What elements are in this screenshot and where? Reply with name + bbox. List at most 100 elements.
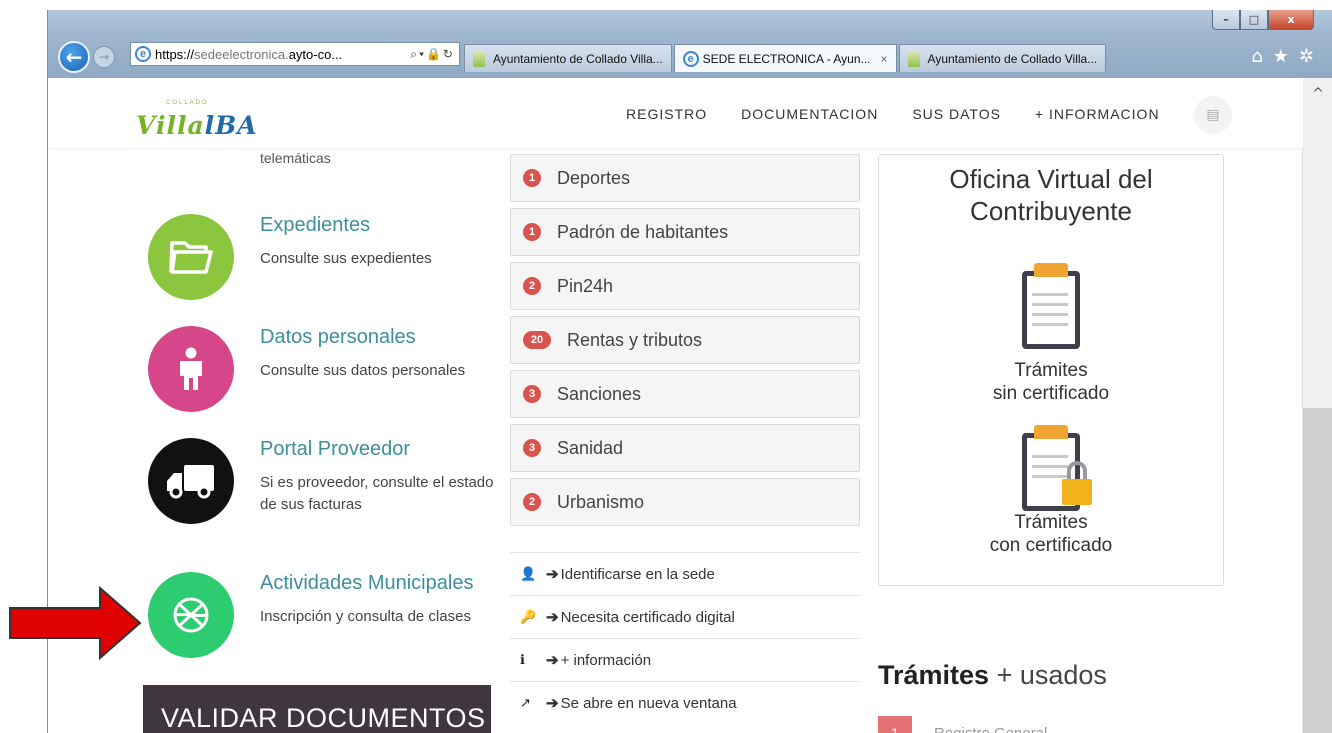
user-icon: 👤 <box>520 566 537 581</box>
external-link-icon: ↗ <box>520 695 531 710</box>
site-favicon-icon <box>473 50 485 67</box>
arrow-right-icon: ➔ <box>546 652 559 669</box>
browser-tab-2-active[interactable]: e SEDE ELECTRONICA - Ayun... × <box>673 44 897 72</box>
person-icon[interactable] <box>148 326 234 412</box>
category-item-pin24h[interactable]: 2 Pin24h <box>510 262 860 310</box>
tramites-rest: + usados <box>989 660 1107 690</box>
info-link-label: + información <box>560 651 652 669</box>
document-icon: ▤ <box>1206 107 1220 123</box>
info-link-certificado[interactable]: 🔑 ➔ Necesita certificado digital <box>510 595 860 638</box>
browser-window: – □ x ← → e https://sedeelectronica.ayto… <box>47 10 1332 733</box>
category-item-deportes[interactable]: 1 Deportes <box>510 154 860 202</box>
category-item-sanidad[interactable]: 3 Sanidad <box>510 424 860 472</box>
info-link-label: Identificarse en la sede <box>560 565 715 583</box>
folder-icon[interactable] <box>148 214 234 300</box>
service-title[interactable]: Datos personales <box>260 326 416 349</box>
logo-text-part-1: Villa <box>136 111 205 140</box>
tramites-usados-heading: Trámites + usados <box>878 660 1107 691</box>
category-item-urbanismo[interactable]: 2 Urbanismo <box>510 478 860 526</box>
category-label: Rentas y tributos <box>567 329 703 350</box>
clipboard-line <box>1032 455 1068 458</box>
service-expedientes[interactable]: Expedientes Consulte sus expedientes <box>148 214 528 314</box>
category-label: Deportes <box>557 167 631 188</box>
category-list: 1 Deportes 1 Padrón de habitantes 2 Pin2… <box>510 154 860 532</box>
browser-toolbar-icons: ⌂ ★ ✲ <box>1251 46 1314 67</box>
basketball-icon[interactable] <box>148 572 234 658</box>
forward-button[interactable]: → <box>93 46 115 68</box>
address-bar-icons[interactable]: ⌕▾🔒↻ <box>410 47 455 62</box>
nav-documentacion[interactable]: DOCUMENTACION <box>741 106 878 122</box>
count-badge: 1 <box>523 169 541 187</box>
document-icon-button[interactable]: ▤ <box>1194 96 1232 134</box>
arrow-right-icon: ➔ <box>546 609 559 626</box>
nav-mas-informacion[interactable]: + INFORMACION <box>1035 106 1160 122</box>
tramite-item-registro-general[interactable]: 1 Registro General <box>878 716 1047 733</box>
tramites-label-line-2: sin certificado <box>992 383 1110 404</box>
ie-page-icon: e <box>135 46 151 62</box>
tramites-label-line-1: Trámites <box>1014 512 1088 533</box>
nav-sus-datos[interactable]: SUS DATOS <box>912 106 1001 122</box>
info-links-list: 👤 ➔ Identificarse en la sede 🔑 ➔ Necesit… <box>510 552 860 724</box>
truck-icon-svg <box>167 465 214 499</box>
address-bar[interactable]: e https://sedeelectronica.ayto-co... ⌕▾🔒… <box>130 42 460 66</box>
info-link-informacion[interactable]: ℹ ➔ + información <box>510 638 860 681</box>
favorites-star-icon[interactable]: ★ <box>1273 46 1289 67</box>
tramites-label-line-2: con certificado <box>989 535 1113 556</box>
home-icon[interactable]: ⌂ <box>1251 46 1262 67</box>
maximize-button[interactable]: □ <box>1240 10 1268 30</box>
arrow-right-icon: ➔ <box>546 695 559 712</box>
scrollbar-thumb[interactable] <box>1303 408 1332 733</box>
tab-label: SEDE ELECTRONICA - Ayun... <box>702 51 871 66</box>
url-text[interactable]: https://sedeelectronica.ayto-co... <box>155 47 342 62</box>
url-subdomain: sedeelectronica. <box>194 46 289 62</box>
nav-registro[interactable]: REGISTRO <box>626 106 707 122</box>
back-button[interactable]: ← <box>58 41 90 73</box>
villalba-logo[interactable]: COLLADO Villa lBA <box>136 100 258 140</box>
oficina-title-line-2: Contribuyente <box>970 196 1132 226</box>
tab-label: Ayuntamiento de Collado Villa... <box>493 51 663 66</box>
tramite-rank: 1 <box>878 716 912 733</box>
browser-titlebar: – □ x ← → e https://sedeelectronica.ayto… <box>48 10 1332 78</box>
service-actividades-municipales[interactable]: Actividades Municipales Inscripción y co… <box>148 572 528 672</box>
clipboard-line <box>1032 303 1068 306</box>
category-label: Sanidad <box>557 437 624 458</box>
clipboard-board <box>1022 271 1080 349</box>
category-item-rentas[interactable]: 20 Rentas y tributos <box>510 316 860 364</box>
service-title[interactable]: Actividades Municipales <box>260 572 473 595</box>
category-item-sanciones[interactable]: 3 Sanciones <box>510 370 860 418</box>
service-title[interactable]: Portal Proveedor <box>260 438 410 461</box>
category-item-padron[interactable]: 1 Padrón de habitantes <box>510 208 860 256</box>
red-arrow-annotation <box>9 586 142 660</box>
tramites-sin-certificado-link[interactable]: Trámites sin certificado <box>879 359 1223 405</box>
service-title[interactable]: Expedientes <box>260 214 370 237</box>
validar-documentos-button[interactable]: VALIDAR DOCUMENTOS <box>143 685 491 733</box>
padlock-icon <box>1062 479 1092 505</box>
truck-icon[interactable] <box>148 438 234 524</box>
scroll-up-icon[interactable]: ^ <box>1303 86 1332 106</box>
tramite-label: Registro General <box>934 724 1048 733</box>
tramites-con-certificado-link[interactable]: Trámites con certificado <box>879 511 1223 557</box>
count-badge: 2 <box>523 493 541 511</box>
browser-tab-1[interactable]: Ayuntamiento de Collado Villa... <box>464 44 672 72</box>
clipboard-line <box>1032 323 1068 326</box>
clipboard-icon[interactable] <box>1018 263 1084 349</box>
info-link-nueva-ventana[interactable]: ↗ ➔ Se abre en nueva ventana <box>510 681 860 724</box>
count-badge: 3 <box>523 439 541 457</box>
site-favicon-icon <box>907 50 920 67</box>
clipboard-lock-icon[interactable] <box>1018 425 1092 511</box>
tab-close-icon[interactable]: × <box>881 52 888 66</box>
basketball-icon-svg <box>173 597 209 633</box>
service-datos-personales[interactable]: Datos personales Consulte sus datos pers… <box>148 326 528 426</box>
folder-icon-svg <box>169 241 213 274</box>
minimize-button[interactable]: – <box>1212 10 1240 30</box>
vertical-scrollbar[interactable]: ^ <box>1302 78 1332 733</box>
count-badge: 20 <box>523 331 551 349</box>
settings-gear-icon[interactable]: ✲ <box>1299 46 1314 67</box>
browser-tab-3[interactable]: Ayuntamiento de Collado Villa... <box>898 44 1107 72</box>
service-description: Inscripción y consulta de clases <box>260 608 471 625</box>
close-window-button[interactable]: x <box>1268 10 1314 30</box>
info-link-identificarse[interactable]: 👤 ➔ Identificarse en la sede <box>510 552 860 595</box>
service-portal-proveedor[interactable]: Portal Proveedor Si es proveedor, consul… <box>148 438 528 538</box>
category-label: Pin24h <box>557 275 614 296</box>
browser-tabs: Ayuntamiento de Collado Villa... e SEDE … <box>464 44 1108 72</box>
